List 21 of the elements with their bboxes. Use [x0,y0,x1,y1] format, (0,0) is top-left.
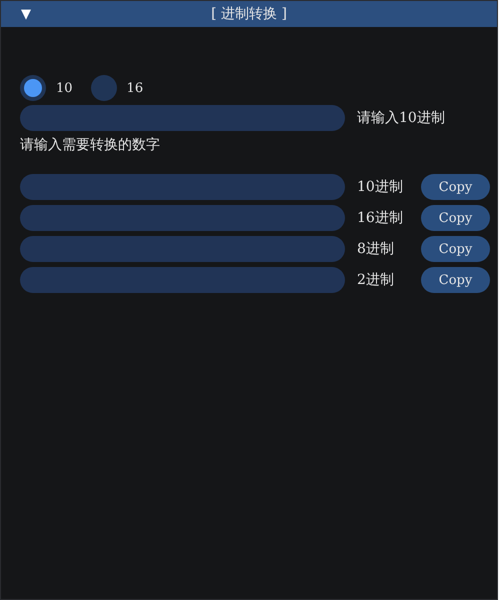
copy-button[interactable]: Copy [421,174,490,200]
copy-button[interactable]: Copy [421,267,490,293]
collapse-button[interactable]: ▼ [21,6,37,22]
copy-button[interactable]: Copy [421,236,490,262]
radio-label: 10 [56,80,73,96]
window-title: [ 进制转换 ] [211,5,288,23]
field-label: 10进制 [357,178,404,196]
field-label: 8进制 [357,240,395,258]
copy-button[interactable]: Copy [421,205,490,231]
field-label: 2进制 [357,271,395,289]
radio-button[interactable] [20,75,46,101]
field-label: 请输入10进制 [357,109,445,127]
hint-text: 请输入需要转换的数字 [20,136,161,154]
radio-label: 16 [126,80,144,96]
output-field[interactable] [20,174,345,200]
field-label: 16进制 [357,209,404,227]
input-field[interactable] [20,105,345,131]
output-field[interactable] [20,236,345,262]
radio-button[interactable] [90,75,117,101]
output-field[interactable] [20,267,345,293]
output-field[interactable] [20,205,345,231]
